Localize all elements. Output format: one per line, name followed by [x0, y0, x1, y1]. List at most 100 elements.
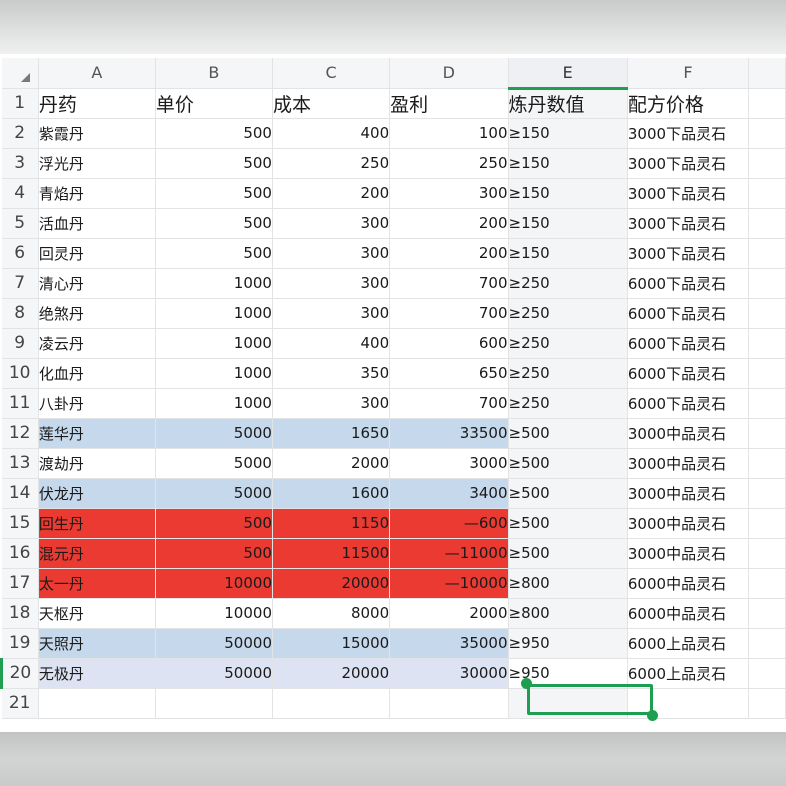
row-header[interactable]: 5: [1, 208, 39, 239]
cell[interactable]: 400: [272, 118, 391, 149]
cell[interactable]: 500: [155, 148, 273, 179]
cell[interactable]: ≥800: [508, 598, 628, 629]
cell[interactable]: 1000: [155, 268, 273, 299]
cell[interactable]: 500: [155, 508, 273, 539]
cell[interactable]: 太一丹: [38, 568, 156, 599]
cell[interactable]: 500: [155, 118, 273, 149]
cell[interactable]: 250: [272, 148, 391, 179]
cell[interactable]: 八卦丹: [38, 388, 156, 419]
cell[interactable]: 5000: [155, 418, 273, 449]
cell[interactable]: [748, 448, 786, 479]
cell[interactable]: 6000下品灵石: [627, 298, 750, 329]
cell[interactable]: 1000: [155, 298, 273, 329]
cell[interactable]: —11000: [389, 538, 509, 569]
cell[interactable]: 3000中品灵石: [627, 508, 750, 539]
cell[interactable]: ≥150: [508, 118, 628, 149]
row-header[interactable]: 7: [1, 268, 39, 299]
cell[interactable]: 300: [389, 178, 509, 209]
cell[interactable]: 500: [155, 538, 273, 569]
cell[interactable]: 1150: [272, 508, 391, 539]
cell[interactable]: 600: [389, 328, 509, 359]
cell[interactable]: ≥500: [508, 508, 628, 539]
cell[interactable]: [748, 538, 786, 569]
cell[interactable]: [748, 268, 786, 299]
cell[interactable]: ≥250: [508, 268, 628, 299]
cell[interactable]: [748, 598, 786, 629]
row-header[interactable]: 14: [1, 478, 39, 509]
cell[interactable]: 浮光丹: [38, 148, 156, 179]
cell[interactable]: 成本: [272, 88, 391, 119]
cell[interactable]: 炼丹数值: [508, 88, 628, 119]
cell[interactable]: ≥250: [508, 328, 628, 359]
cell[interactable]: 清心丹: [38, 268, 156, 299]
cell[interactable]: 6000下品灵石: [627, 328, 750, 359]
cell[interactable]: 6000中品灵石: [627, 598, 750, 629]
cell[interactable]: ≥250: [508, 388, 628, 419]
cell[interactable]: 300: [272, 208, 391, 239]
column-header-b[interactable]: B: [155, 58, 273, 89]
column-header-a[interactable]: A: [38, 58, 156, 89]
cell[interactable]: [748, 418, 786, 449]
cell[interactable]: 100: [389, 118, 509, 149]
cell[interactable]: 3000: [389, 448, 509, 479]
cell[interactable]: 300: [272, 268, 391, 299]
cell[interactable]: 渡劫丹: [38, 448, 156, 479]
cell[interactable]: 活血丹: [38, 208, 156, 239]
cell[interactable]: 1600: [272, 478, 391, 509]
cell[interactable]: 3000中品灵石: [627, 448, 750, 479]
cell[interactable]: 5000: [155, 448, 273, 479]
cell[interactable]: 1000: [155, 388, 273, 419]
cell[interactable]: 350: [272, 358, 391, 389]
cell[interactable]: 20000: [272, 568, 391, 599]
row-header[interactable]: 13: [1, 448, 39, 479]
row-header[interactable]: 20: [0, 658, 39, 689]
cell[interactable]: [748, 298, 786, 329]
cell[interactable]: 200: [272, 178, 391, 209]
cell[interactable]: 500: [155, 238, 273, 269]
cell[interactable]: 5000: [155, 478, 273, 509]
cell[interactable]: 青焰丹: [38, 178, 156, 209]
cell[interactable]: [748, 178, 786, 209]
cell[interactable]: [155, 688, 273, 719]
cell[interactable]: [748, 388, 786, 419]
column-header-e[interactable]: E: [508, 58, 628, 90]
cell[interactable]: 6000上品灵石: [627, 628, 750, 659]
cell[interactable]: 2000: [389, 598, 509, 629]
cell[interactable]: 400: [272, 328, 391, 359]
cell[interactable]: 300: [272, 238, 391, 269]
cell[interactable]: [748, 658, 786, 689]
cell[interactable]: 回灵丹: [38, 238, 156, 269]
cell[interactable]: 1000: [155, 358, 273, 389]
cell[interactable]: 500: [155, 208, 273, 239]
row-header[interactable]: 16: [1, 538, 39, 569]
cell[interactable]: 700: [389, 268, 509, 299]
column-header-g[interactable]: [748, 58, 786, 89]
cell[interactable]: ≥250: [508, 298, 628, 329]
cell[interactable]: 50000: [155, 658, 273, 689]
cell[interactable]: 300: [272, 388, 391, 419]
cell[interactable]: [38, 688, 156, 719]
cell[interactable]: [748, 328, 786, 359]
cell[interactable]: 1000: [155, 328, 273, 359]
cell[interactable]: [389, 688, 509, 719]
cell[interactable]: ≥250: [508, 358, 628, 389]
cell[interactable]: 配方价格: [627, 88, 750, 119]
cell[interactable]: 莲华丹: [38, 418, 156, 449]
cell[interactable]: ≥500: [508, 448, 628, 479]
cell[interactable]: [748, 628, 786, 659]
cell[interactable]: 凌云丹: [38, 328, 156, 359]
cell[interactable]: 6000下品灵石: [627, 388, 750, 419]
cell[interactable]: 20000: [272, 658, 391, 689]
cell[interactable]: 33500: [389, 418, 509, 449]
cell[interactable]: —600: [389, 508, 509, 539]
cell[interactable]: ≥800: [508, 568, 628, 599]
column-header-c[interactable]: C: [272, 58, 391, 89]
row-header[interactable]: 12: [1, 418, 39, 449]
row-header[interactable]: 9: [1, 328, 39, 359]
cell[interactable]: 6000下品灵石: [627, 268, 750, 299]
cell[interactable]: 3000下品灵石: [627, 118, 750, 149]
row-header[interactable]: 19: [1, 628, 39, 659]
cell[interactable]: 300: [272, 298, 391, 329]
cell[interactable]: [748, 358, 786, 389]
row-header[interactable]: 10: [1, 358, 39, 389]
